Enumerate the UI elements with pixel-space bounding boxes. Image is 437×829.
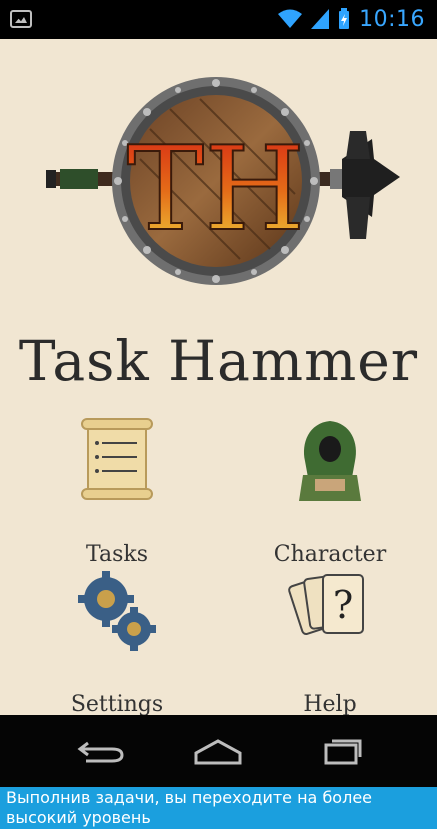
navigation-bar [0,715,437,787]
wifi-icon [278,9,303,28]
gears-icon [78,571,156,651]
status-time: 10:16 [359,6,425,32]
scroll-icon [81,418,153,500]
hooded-character-icon [299,421,361,501]
cards-question-icon: ? [288,574,364,635]
battery-icon [339,8,350,29]
character-button[interactable]: Character [245,413,415,583]
app-title: Task Hammer [18,329,419,393]
status-bar: 10:16 [0,0,437,39]
caption-text: Выполнив задачи, вы переходите на более … [0,787,437,829]
app-screen: TH Task Hammer Tasks Character Settings … [0,39,437,715]
back-icon [77,741,124,763]
signal-icon [311,9,330,29]
home-icon [194,739,242,765]
hammer-shield-logo: TH [46,77,400,285]
svg-text:?: ? [333,583,353,627]
help-label: Help [303,692,357,715]
settings-label: Settings [70,692,164,715]
recent-apps-icon [324,739,362,765]
image-notification-icon [10,10,32,28]
logo: TH [0,39,437,379]
svg-text:TH: TH [127,122,306,257]
help-button[interactable]: ? Help [245,563,415,715]
back-button[interactable] [70,735,134,767]
recent-apps-button[interactable] [310,735,374,767]
home-button[interactable] [186,735,250,767]
tasks-button[interactable]: Tasks [32,413,202,583]
settings-button[interactable]: Settings [32,563,202,715]
status-indicators: 10:16 [277,6,425,32]
